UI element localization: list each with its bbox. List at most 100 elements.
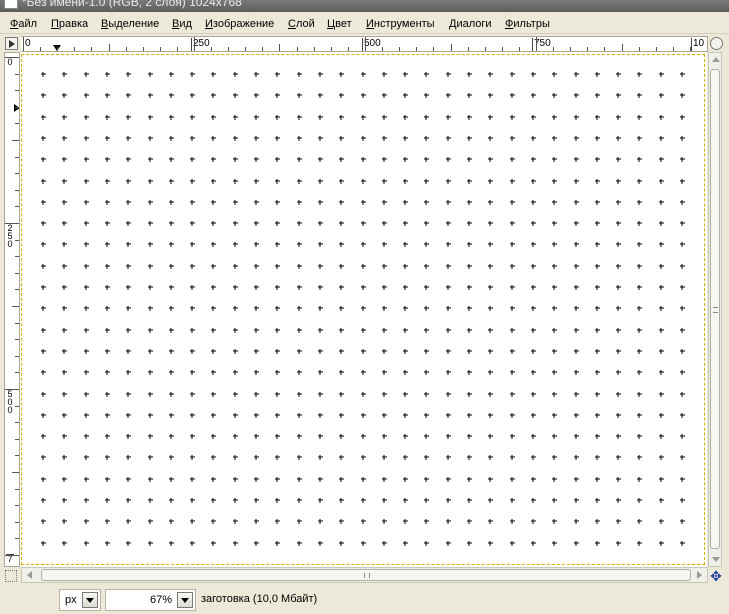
title-bar: *Без имени-1.0 (RGB, 2 слоя) 1024x768 [0,0,729,12]
ruler-tick [399,47,400,51]
vertical-ruler[interactable]: 0 250 500 7 [4,52,20,567]
ruler-tick [5,555,19,556]
ruler-tick [143,47,144,51]
ruler-tick [15,439,19,440]
ruler-tick [348,47,349,51]
ruler-tick [57,47,58,51]
ruler-tick [12,306,19,307]
ruler-tick [15,173,19,174]
navigate-icon[interactable]: ✥ [709,569,723,583]
horizontal-scroll-thumb[interactable] [41,569,691,581]
ruler-tick [15,505,19,506]
ruler-tick [15,356,19,357]
ruler-tick [109,44,110,51]
horizontal-ruler[interactable]: 0 250 500 750 10 [21,36,708,52]
scroll-up-icon[interactable] [712,57,720,62]
ruler-tick [553,47,554,51]
ruler-tick [15,240,19,241]
menu-image[interactable]: Изображение [205,18,274,30]
app-icon [4,0,18,9]
menu-bar: Файл Правка Выделение Вид Изображение Сл… [0,12,729,34]
chevron-down-icon[interactable] [177,592,193,608]
ruler-tick [12,472,19,473]
ruler-tick [15,406,19,407]
ruler-tick [12,140,19,141]
vertical-scrollbar[interactable] [708,52,722,567]
ruler-label: 0 [23,38,31,51]
ruler-tick [15,273,19,274]
ruler-tick [211,47,212,51]
image-menu-icon[interactable] [5,37,18,50]
ruler-tick [279,44,280,51]
ruler-tick [15,107,19,108]
ruler-tick [451,44,452,51]
ruler-tick [365,37,366,51]
scroll-right-icon[interactable] [697,571,702,579]
grip-icon [364,573,370,578]
horizontal-scrollbar[interactable] [21,567,708,583]
ruler-tick [15,123,19,124]
ruler-tick [15,422,19,423]
menu-colors[interactable]: Цвет [327,18,352,30]
ruler-tick [673,47,674,51]
ruler-tick [15,323,19,324]
layer-boundary [21,54,705,565]
ruler-tick [5,57,19,58]
ruler-tick [245,47,246,51]
ruler-tick [331,47,332,51]
ruler-tick [228,47,229,51]
ruler-tick [15,538,19,539]
ruler-tick [519,47,520,51]
ruler-tick [15,74,19,75]
menu-filters[interactable]: Фильтры [505,18,550,30]
image-canvas[interactable] [20,52,707,567]
ruler-tick [15,489,19,490]
ruler-tick [297,47,298,51]
ruler-tick [23,37,24,51]
status-bar: px 67% заготовка (10,0 Мбайт) [0,585,729,614]
zoom-selector[interactable]: 67% [105,589,196,611]
ruler-tick [194,37,195,51]
ruler-tick [15,190,19,191]
ruler-tick [15,90,19,91]
ruler-tick [15,206,19,207]
vertical-scroll-thumb[interactable] [710,69,720,549]
chevron-down-icon[interactable] [82,592,98,608]
ruler-tick [382,47,383,51]
ruler-tick [314,47,315,51]
unit-value: px [65,594,77,606]
ruler-tick [15,289,19,290]
ruler-tick [622,44,623,51]
menu-select[interactable]: Выделение [101,18,159,30]
scroll-left-icon[interactable] [27,571,32,579]
status-message: заготовка (10,0 Мбайт) [201,593,318,605]
ruler-tick [707,36,708,51]
ruler-tick [690,47,691,51]
ruler-label: 250 [6,223,14,249]
menu-layer[interactable]: Слой [288,18,315,30]
ruler-tick [126,47,127,51]
ruler-tick [468,47,469,51]
ruler-tick [656,47,657,51]
ruler-label: 0 [6,57,14,67]
scroll-down-icon[interactable] [712,557,720,562]
ruler-tick [15,522,19,523]
menu-dialogs[interactable]: Диалоги [449,18,492,30]
ruler-tick [570,47,571,51]
ruler-tick [40,47,41,51]
ruler-tick [74,47,75,51]
menu-file[interactable]: Файл [10,18,37,30]
quick-mask-icon[interactable] [5,570,17,582]
menu-tools[interactable]: Инструменты [366,18,435,30]
menu-edit[interactable]: Правка [51,18,88,30]
ruler-tick [15,372,19,373]
ruler-tick [15,157,19,158]
grip-icon [713,307,718,313]
ruler-tick [160,47,161,51]
ruler-tick [177,47,178,51]
menu-view[interactable]: Вид [172,18,192,30]
ruler-tick [604,47,605,51]
unit-selector[interactable]: px [59,589,101,611]
zoom-window-icon[interactable] [710,37,723,50]
ruler-tick [639,47,640,51]
